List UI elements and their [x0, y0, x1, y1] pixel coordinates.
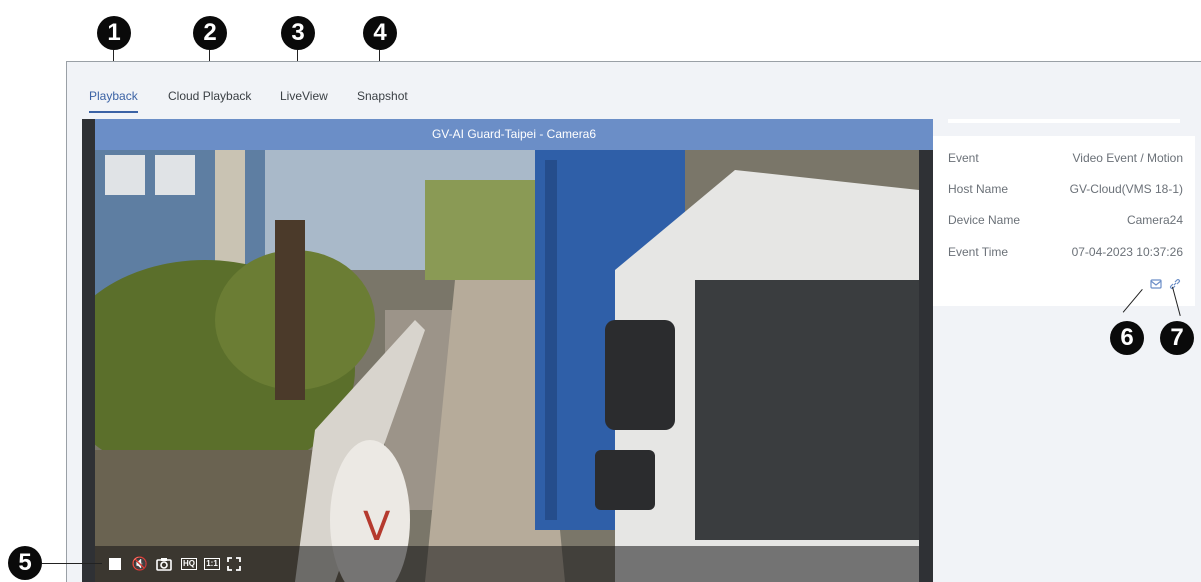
info-row-event: Event Video Event / Motion: [948, 151, 1183, 171]
callout-5-leader: [42, 563, 102, 564]
player-title: GV-AI Guard-Taipei - Camera6: [95, 119, 933, 150]
tab-snapshot[interactable]: Snapshot: [357, 89, 408, 103]
link-icon[interactable]: [1169, 278, 1181, 290]
mail-icon[interactable]: [1150, 278, 1162, 290]
ratio-button[interactable]: 1:1: [203, 556, 221, 572]
info-label: Host Name: [948, 182, 1009, 196]
camera-image: V: [95, 150, 919, 582]
svg-text:V: V: [363, 504, 391, 550]
info-row-host-name: Host Name GV-Cloud(VMS 18-1): [948, 182, 1183, 202]
fullscreen-icon[interactable]: [226, 556, 242, 572]
info-row-device-name: Device Name Camera24: [948, 213, 1183, 233]
callout-4: 4: [363, 16, 397, 50]
info-value: GV-Cloud(VMS 18-1): [1069, 182, 1183, 196]
tab-playback[interactable]: Playback: [89, 89, 138, 113]
info-value: Camera24: [1126, 213, 1183, 227]
video-player: GV-AI Guard-Taipei - Camera6 V 🔇 HQ 1:1: [82, 119, 933, 582]
player-toolbar: 🔇 HQ 1:1: [95, 546, 919, 582]
callout-6: 6: [1110, 321, 1144, 355]
callout-3: 3: [281, 16, 315, 50]
stop-icon[interactable]: [108, 556, 122, 572]
callout-1: 1: [97, 16, 131, 50]
hq-label: HQ: [181, 558, 197, 570]
callout-5: 5: [8, 546, 42, 580]
info-row-event-time: Event Time 07-04-2023 10:37:26: [948, 245, 1183, 265]
tab-liveview[interactable]: LiveView: [280, 89, 328, 103]
mute-icon[interactable]: 🔇: [132, 556, 148, 572]
info-label: Event: [948, 151, 979, 165]
panel-divider: [948, 119, 1180, 123]
callout-2: 2: [193, 16, 227, 50]
info-value: Video Event / Motion: [1072, 151, 1183, 165]
ratio-label: 1:1: [204, 558, 220, 570]
hq-button[interactable]: HQ: [180, 556, 198, 572]
info-value: 07-04-2023 10:37:26: [1071, 245, 1183, 259]
callout-7: 7: [1160, 321, 1194, 355]
info-label: Device Name: [948, 213, 1021, 227]
camera-icon[interactable]: [155, 556, 173, 572]
info-label: Event Time: [948, 245, 1009, 259]
tab-cloud-playback[interactable]: Cloud Playback: [168, 89, 251, 103]
event-info-panel: Event Video Event / Motion Host Name GV-…: [933, 136, 1195, 306]
video-frame[interactable]: V: [95, 150, 919, 582]
